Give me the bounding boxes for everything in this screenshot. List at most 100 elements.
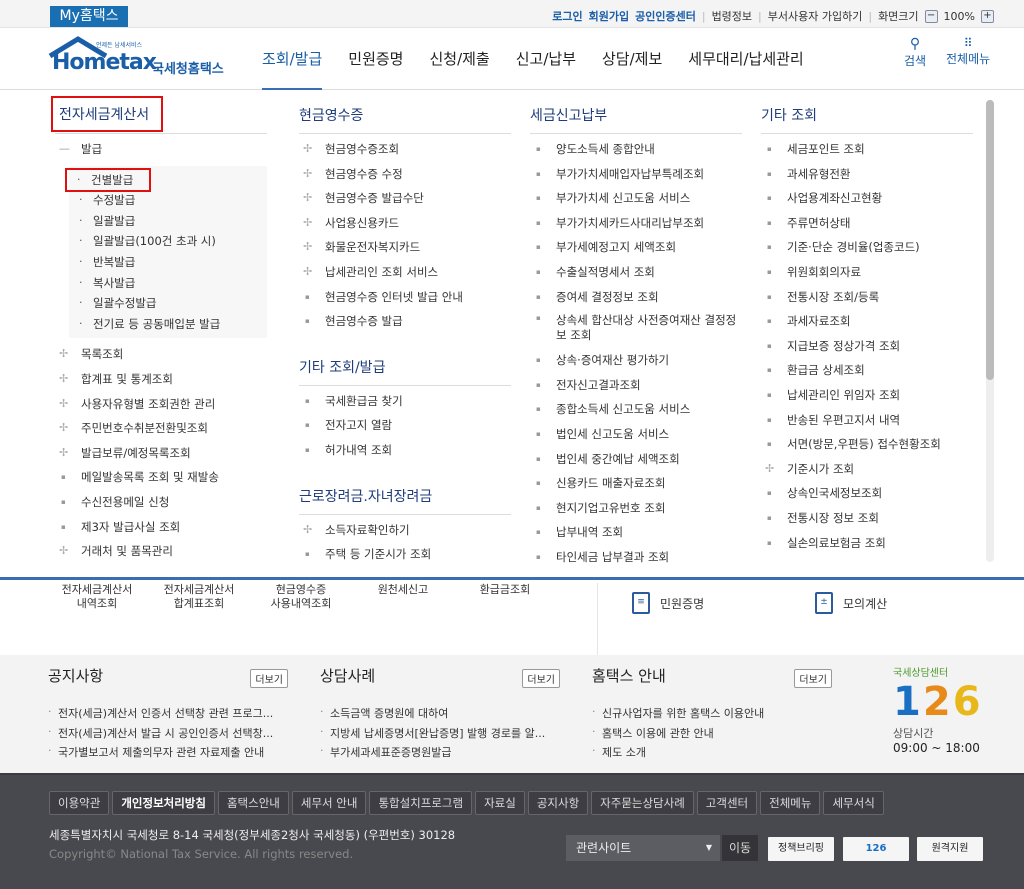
consult-center-126[interactable]: 국세상담센터 126 상담시간 09:00 ~ 18:00 xyxy=(893,664,1003,755)
more-button[interactable]: 더보기 xyxy=(794,669,832,688)
board-item[interactable]: 전자(세금)계산서 인증서 선택창 관련 프로그... xyxy=(48,705,288,725)
menu-item[interactable]: 부가가치세매입자납부특례조회 xyxy=(530,164,742,189)
menu-scrollbar[interactable] xyxy=(986,100,994,562)
menu-item[interactable]: 소득자료확인하기 xyxy=(299,520,511,545)
my-hometax-button[interactable]: My홈택스 xyxy=(50,6,128,27)
menu-item[interactable]: 제3자 발급사실 조회 xyxy=(55,517,267,542)
board-item[interactable]: 제도 소개 xyxy=(592,744,832,764)
menu-item[interactable]: 수출실적명세서 조회 xyxy=(530,262,742,287)
footer-link[interactable]: 세무서식 xyxy=(823,791,884,815)
board-item[interactable]: 부가세과세표준증명원발급 xyxy=(320,744,560,764)
footer-link[interactable]: 공지사항 xyxy=(527,791,589,815)
nav-apply-submit[interactable]: 신청/제출 xyxy=(429,48,489,69)
civil-cert-quick[interactable]: ≡ 민원증명 xyxy=(632,592,704,614)
menu-item[interactable]: 전자고지 열람 xyxy=(299,415,511,440)
menu-item[interactable]: 부가세예정고지 세액조회 xyxy=(530,237,742,262)
board-item[interactable]: 전자(세금)계산서 발급 시 공인인증서 선택창... xyxy=(48,725,288,745)
footer-link[interactable]: 홈택스안내 xyxy=(217,791,289,815)
menu-item[interactable]: 상속세 합산대상 사전증여재산 결정정보 조회 xyxy=(530,311,742,350)
menu-item[interactable]: 현지기업고유번호 조회 xyxy=(530,498,742,523)
menu-item[interactable]: 사업용신용카드 xyxy=(299,213,511,238)
menu-item[interactable]: 화물운전자복지카드 xyxy=(299,237,511,262)
board-item[interactable]: 국가별보고서 제출의무자 관련 자료제출 안내 xyxy=(48,744,288,764)
board-item[interactable]: 지방세 납세증명서[완납증명] 발행 경로를 알... xyxy=(320,725,560,745)
related-site-select[interactable]: 관련사이트 ▼ xyxy=(566,835,720,861)
login-link[interactable]: 로그인 xyxy=(552,8,582,24)
menu-item[interactable]: 반송된 우편고지서 내역 xyxy=(761,410,973,435)
menu-item[interactable]: 기준시가 조회 xyxy=(761,459,973,484)
menu-item[interactable]: 상속인국세정보조회 xyxy=(761,483,973,508)
menu-item[interactable]: 증여세 결정정보 조회 xyxy=(530,287,742,312)
menu-item[interactable]: 국세환급금 찾기 xyxy=(299,391,511,416)
menu-item[interactable]: 허가내역 조회 xyxy=(299,440,511,465)
menu-item[interactable]: 세금포인트 조회 xyxy=(761,139,973,164)
menu-item[interactable]: 수신전용메일 신청 xyxy=(55,492,267,517)
footer-link[interactable]: 이용약관 xyxy=(49,791,110,815)
nav-consult[interactable]: 상담/제보 xyxy=(602,48,662,69)
center-126-banner[interactable]: 126 xyxy=(843,837,909,861)
footer-link[interactable]: 자료실 xyxy=(475,791,525,815)
hometax-logo[interactable]: 언제든 납세서비스 Hometax 국세청홈택스 xyxy=(48,36,228,80)
more-button[interactable]: 더보기 xyxy=(250,669,288,688)
menu-item[interactable]: 환급금 상세조회 xyxy=(761,360,973,385)
policy-briefing-banner[interactable]: 정책브리핑 xyxy=(768,837,834,861)
menu-item[interactable]: 사업용계좌신고현황 xyxy=(761,188,973,213)
menu-item[interactable]: 부가가치세 신고도움 서비스 xyxy=(530,188,742,213)
menu-item[interactable]: 기준·단순 경비율(업종코드) xyxy=(761,237,973,262)
menu-item[interactable]: 전통시장 정보 조회 xyxy=(761,508,973,533)
footer-link[interactable]: 세무서 안내 xyxy=(291,791,367,815)
submenu-item[interactable]: 전기료 등 공동매입분 발급 xyxy=(69,314,267,335)
all-menu-button[interactable]: ⠿ 전체메뉴 xyxy=(946,36,990,67)
menu-item[interactable]: 서면(방문,우편등) 접수현황조회 xyxy=(761,434,973,459)
menu-item[interactable]: 합계표 및 통계조회 xyxy=(55,369,267,394)
menu-item[interactable]: 부가가치세카드사대리납부조회 xyxy=(530,213,742,238)
menu-item[interactable]: 현금영수증 수정 xyxy=(299,164,511,189)
menu-item[interactable]: 실손의료보험금 조회 xyxy=(761,533,973,558)
scrollbar-thumb[interactable] xyxy=(986,100,994,380)
quick-link[interactable]: 전자세금계산서 합계표조회 xyxy=(154,583,244,611)
menu-item[interactable]: 과세유형전환 xyxy=(761,164,973,189)
submenu-item[interactable]: 일괄발급 xyxy=(69,211,267,232)
menu-item[interactable]: 납세관리인 위임자 조회 xyxy=(761,385,973,410)
nav-inquiry-issue[interactable]: 조회/발급 xyxy=(262,48,323,92)
submenu-item[interactable]: 일괄수정발급 xyxy=(69,293,267,314)
menu-item[interactable]: 종합소득세 신고도움 서비스 xyxy=(530,399,742,424)
submenu-item[interactable]: 반복발급 xyxy=(69,252,267,273)
menu-item[interactable]: 현금영수증 인터넷 발급 안내 xyxy=(299,287,511,312)
submenu-item[interactable]: 수정발급 xyxy=(69,190,267,211)
submenu-item[interactable]: 복사발급 xyxy=(69,273,267,294)
menu-item[interactable]: 현금영수증조회 xyxy=(299,139,511,164)
signup-link[interactable]: 회원가입 xyxy=(589,8,629,24)
menu-item[interactable]: 주택 등 기준시가 조회 xyxy=(299,544,511,569)
quick-link[interactable]: 전자세금계산서 내역조회 xyxy=(52,583,142,611)
menu-item[interactable]: 주민번호수취분전환및조회 xyxy=(55,418,267,443)
menu-item[interactable]: 주류면허상태 xyxy=(761,213,973,238)
footer-link[interactable]: 통합설치프로그램 xyxy=(369,791,473,815)
board-item[interactable]: 소득금액 증명원에 대하여 xyxy=(320,705,560,725)
zoom-out-button[interactable]: − xyxy=(924,9,938,23)
more-button[interactable]: 더보기 xyxy=(522,669,560,688)
footer-link[interactable]: 고객센터 xyxy=(696,791,758,815)
submenu-item[interactable]: 건별발급 xyxy=(65,167,151,193)
menu-item[interactable]: 타인세금 납부결과 조회 xyxy=(530,547,742,572)
remote-support-banner[interactable]: 원격지원 xyxy=(917,837,983,861)
menu-item[interactable]: 현금영수증 발급수단 xyxy=(299,188,511,213)
menu-item[interactable]: 현금영수증 발급 xyxy=(299,311,511,336)
menu-item[interactable]: 지급보증 정상가격 조회 xyxy=(761,336,973,361)
quick-link[interactable]: 환급금조회 xyxy=(460,583,550,597)
menu-item[interactable]: 목록조회 xyxy=(55,344,267,369)
menu-item[interactable]: 사용자유형별 조회권한 관리 xyxy=(55,394,267,419)
go-button[interactable]: 이동 xyxy=(722,835,758,861)
simulation-quick[interactable]: ± 모의계산 xyxy=(815,592,887,614)
search-button[interactable]: ⚲ 검색 xyxy=(904,36,926,69)
cert-center-link[interactable]: 공인인증센터 xyxy=(635,8,696,24)
menu-item[interactable]: 신용카드 매출자료조회 xyxy=(530,473,742,498)
menu-item[interactable]: 법인세 신고도움 서비스 xyxy=(530,424,742,449)
menu-item[interactable]: 메일발송목록 조회 및 재발송 xyxy=(55,467,267,492)
law-info-link[interactable]: 법령정보 xyxy=(712,8,752,24)
menu-item[interactable]: 위원회회의자료 xyxy=(761,262,973,287)
menu-item[interactable]: 전자신고결과조회 xyxy=(530,375,742,400)
nav-report-pay[interactable]: 신고/납부 xyxy=(516,48,576,69)
submenu-item[interactable]: 일괄발급(100건 초과 시) xyxy=(69,231,267,252)
footer-link[interactable]: 전체메뉴 xyxy=(760,791,821,815)
